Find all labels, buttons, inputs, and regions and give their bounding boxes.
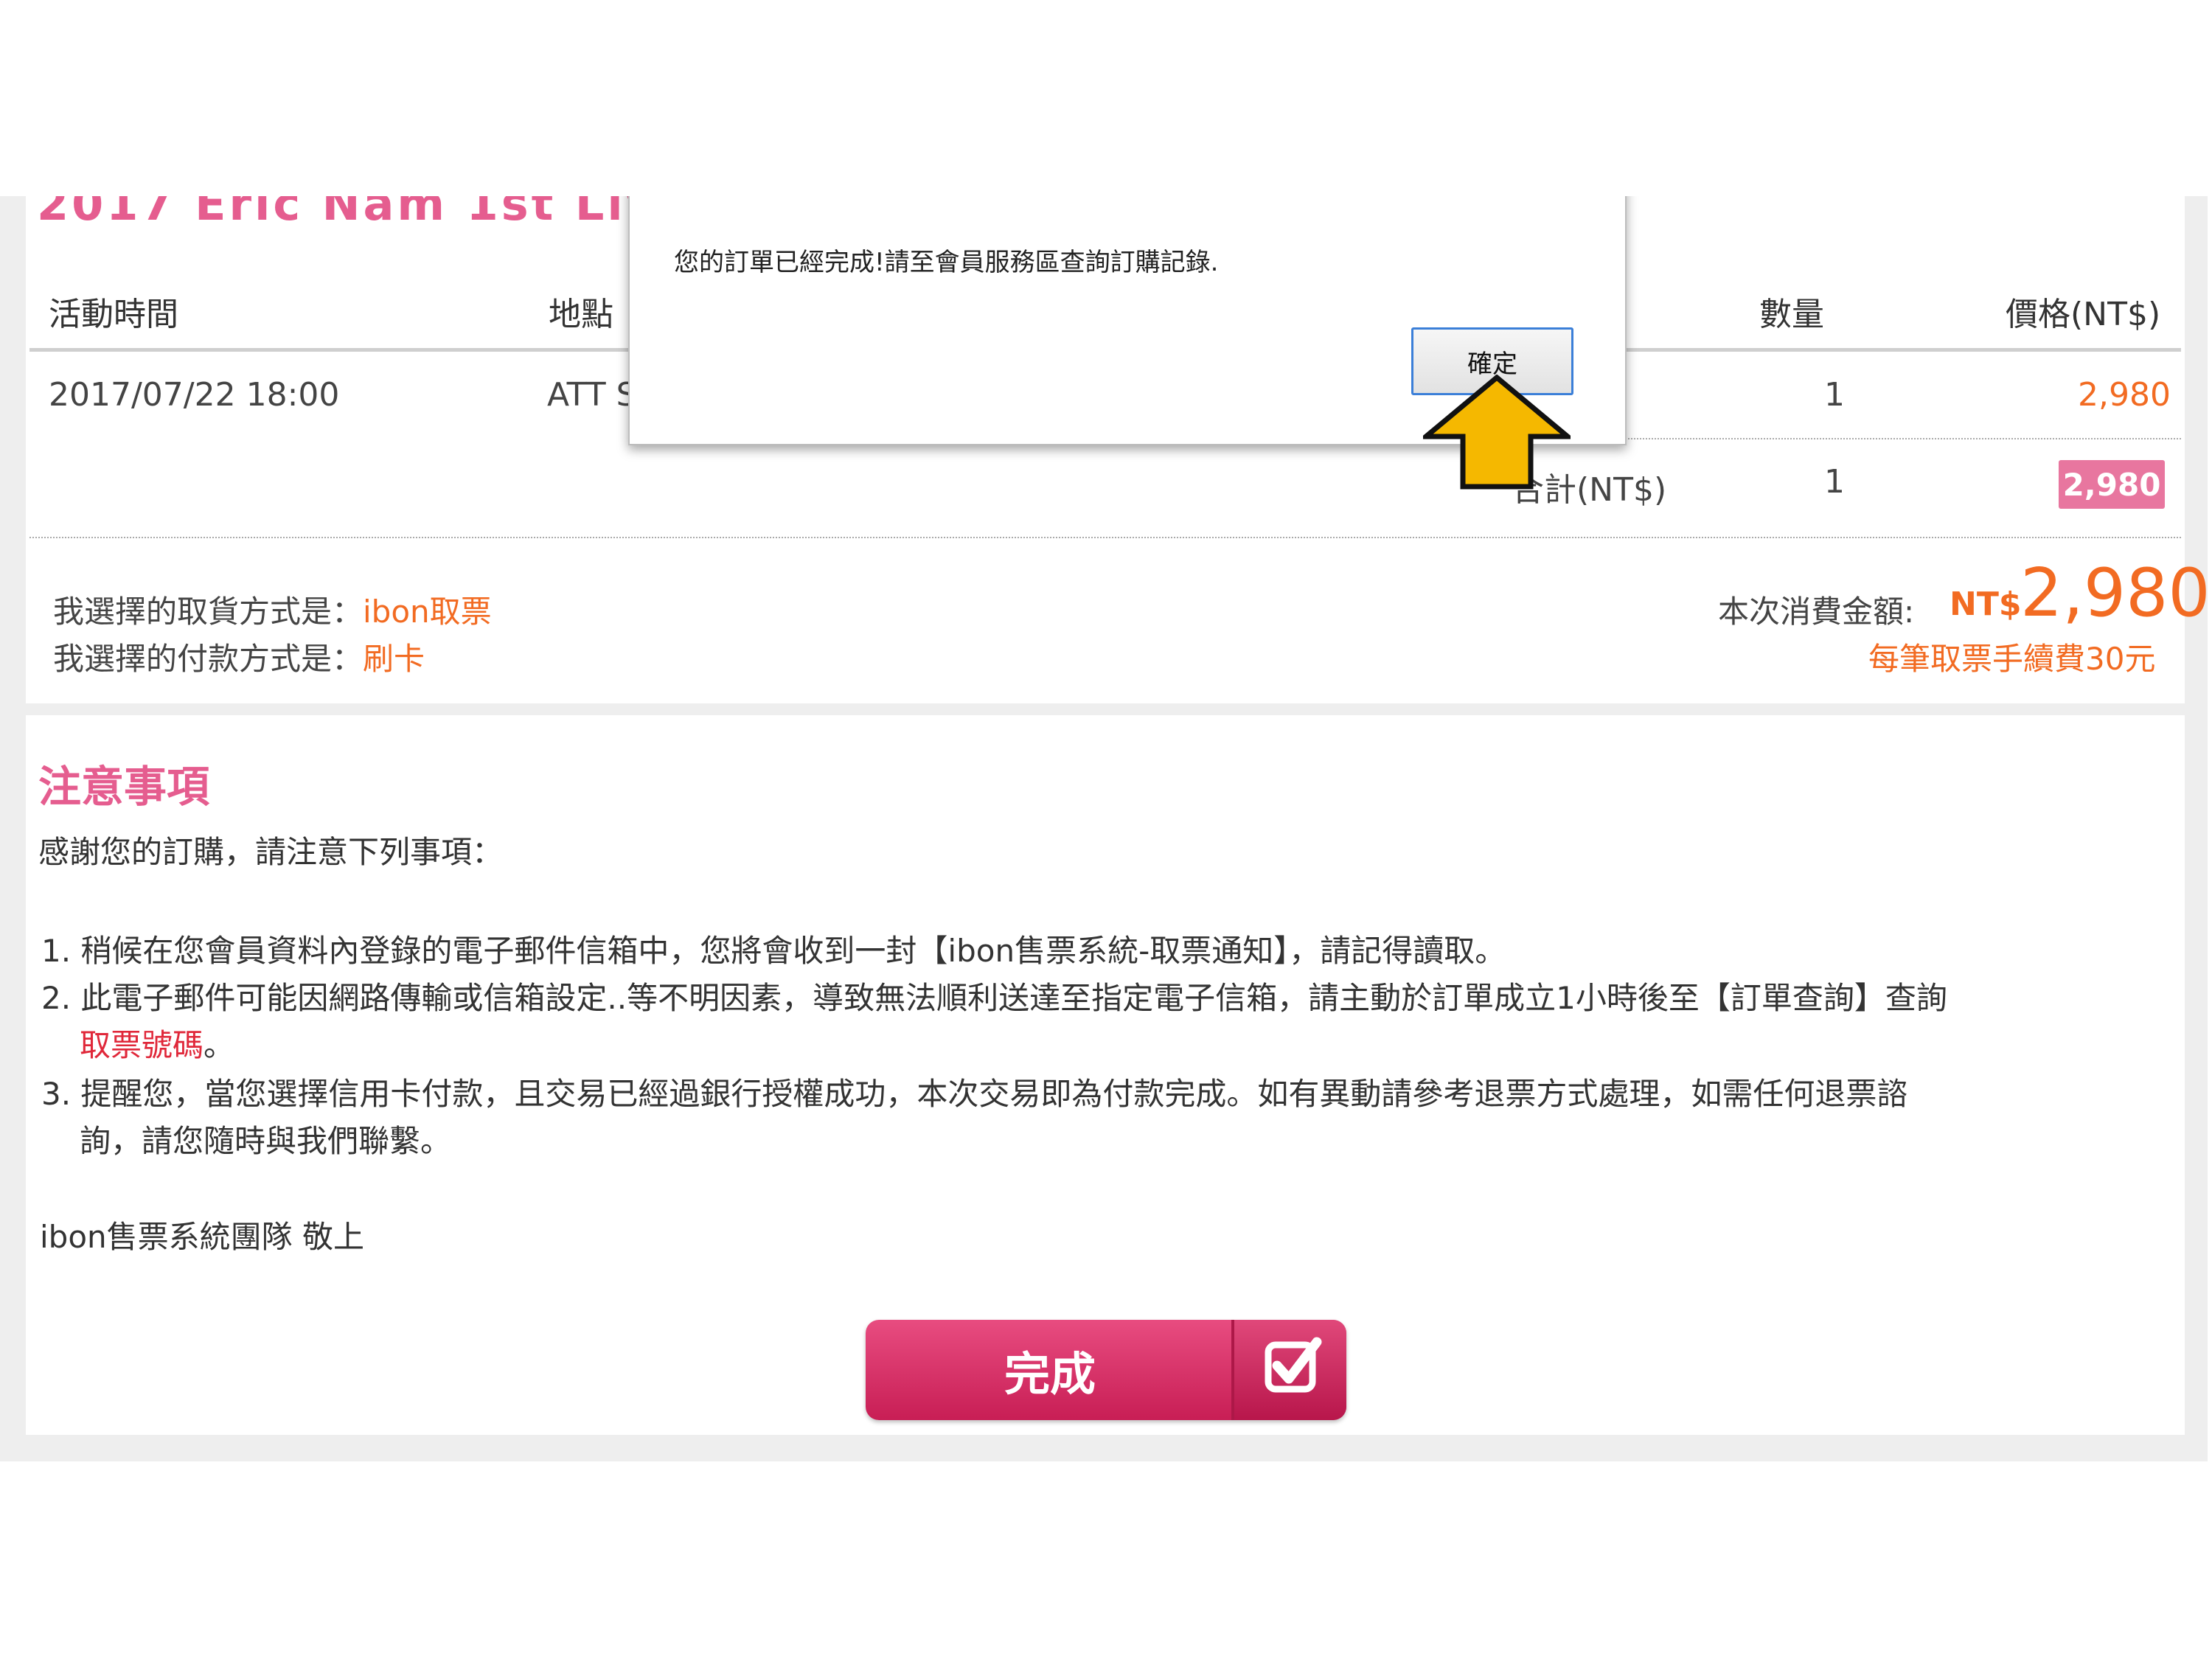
payment-label: 我選擇的付款方式是： [53, 641, 364, 677]
payment-value: 刷卡 [363, 641, 425, 677]
notice-item-3: 3. 提醒您，當您選擇信用卡付款，且交易已經過銀行授權成功，本次交易即為付款完成… [41, 1076, 1908, 1112]
amount-label: 本次消費金額: [1718, 594, 1915, 630]
done-button-label: 完成 [1004, 1347, 1096, 1401]
amount-currency: NT$ [1950, 585, 2022, 623]
notice-item-1: 1. 稍候在您會員資料內登錄的電子郵件信箱中，您將會收到一封【ibon售票系統-… [41, 933, 1506, 969]
done-button[interactable]: 完成 [866, 1320, 1346, 1420]
row-time: 2017/07/22 18:00 [49, 376, 340, 414]
checkbox-check-icon [1265, 1337, 1322, 1393]
done-button-icon-area [1234, 1320, 1346, 1420]
notice-signature: ibon售票系統團隊 敬上 [40, 1219, 364, 1255]
row-qty: 1 [1824, 376, 1845, 414]
total-amount: 2,980 [2020, 554, 2211, 632]
notice-item-2-cont: 取票號碼。 [80, 1020, 234, 1065]
section-divider [29, 537, 2181, 538]
header-qty: 數量 [1759, 296, 1824, 333]
row-divider [1548, 438, 2181, 439]
notice-title: 注意事項 [38, 762, 210, 812]
payment-method: 我選擇的付款方式是：刷卡 [53, 634, 425, 679]
notice-item-2: 2. 此電子郵件可能因網路傳輸或信箱設定..等不明因素，導致無法順利送達至指定電… [41, 980, 1947, 1016]
pickup-value: ibon取票 [363, 594, 492, 630]
subtotal-qty: 1 [1824, 463, 1845, 501]
subtotal-price-badge: 2,980 [2059, 460, 2165, 509]
pickup-label: 我選擇的取貨方式是： [53, 594, 364, 630]
notice-item-2-end: 。 [204, 1027, 235, 1063]
top-blank-overlay [0, 0, 2212, 196]
header-time: 活動時間 [49, 296, 178, 333]
yellow-up-arrow-icon [1423, 375, 1571, 490]
header-price: 價格(NT$) [2006, 296, 2161, 333]
notice-item-3-cont: 詢，請您隨時與我們聯繫。 [80, 1123, 452, 1159]
ticket-number-link[interactable]: 取票號碼 [80, 1027, 204, 1063]
dialog-message: 您的訂單已經完成!請至會員服務區查詢訂購記錄. [674, 248, 1219, 277]
header-venue: 地點 [549, 296, 613, 333]
row-price: 2,980 [2078, 376, 2171, 414]
fee-note: 每筆取票手續費30元 [1868, 641, 2156, 677]
notice-intro: 感謝您的訂購，請注意下列事項： [38, 834, 504, 870]
pickup-method: 我選擇的取貨方式是：ibon取票 [53, 587, 492, 632]
